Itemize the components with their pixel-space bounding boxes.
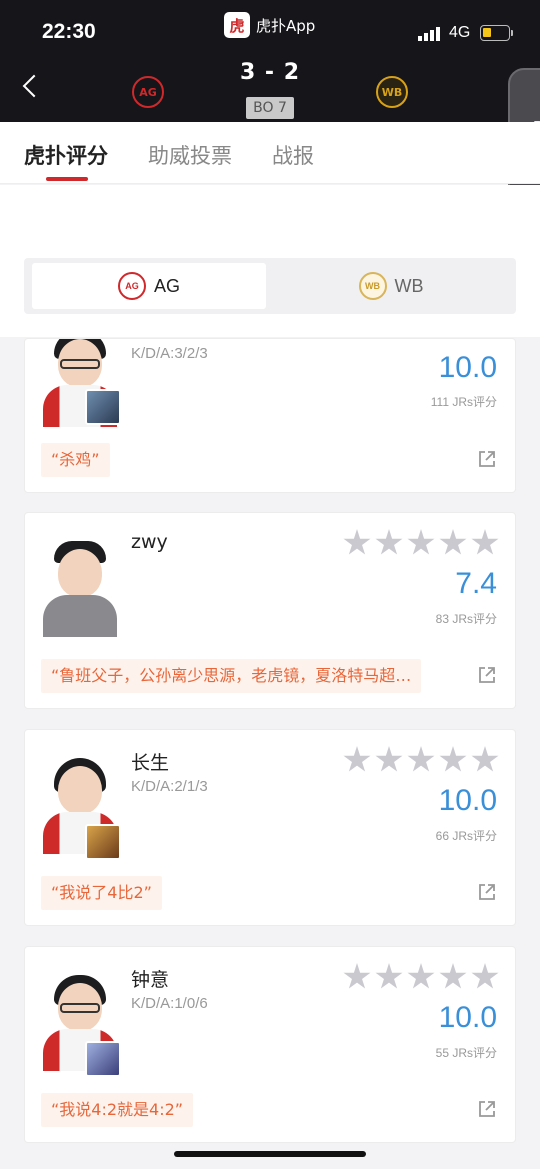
star-icon [375,963,403,989]
top-comment[interactable]: “鲁班父子，公孙离少思源，老虎镜，夏洛特马超… [41,659,422,693]
player-avatar [41,537,119,637]
player-card[interactable]: 钟意 K/D/A:1/0/6 10.0 55 JRs评分 “我说4:2就是4:2… [24,946,516,1143]
star-icon [407,746,435,772]
player-rating: 10.0 [438,1001,497,1034]
star-icon [439,963,467,989]
ag-logo-icon: AG [117,272,146,300]
star-icon [343,963,371,989]
rating-count: 55 JRs评分 [435,1046,497,1060]
star-icon [343,746,371,772]
status-time: 22:30 [42,20,96,43]
team-toggle-wb[interactable]: WB WB [274,263,508,309]
app-badge: 虎 虎扑App [224,12,315,38]
player-card[interactable]: zwy 7.4 83 JRs评分 “鲁班父子，公孙离少思源，老虎镜，夏洛特马超… [24,512,516,709]
match-header: 22:30 虎 虎扑App 4G AG 3 - 2 BO 7 WB [0,0,540,122]
player-kda: K/D/A:3/2/3 [131,345,208,362]
tab-indicator [46,177,88,181]
star-icon [439,529,467,555]
tab-hupu-rating[interactable]: 虎扑评分 [24,140,108,170]
star-icon [375,529,403,555]
rating-count: 83 JRs评分 [435,612,497,626]
top-comment[interactable]: “我说4:2就是4:2” [41,1093,194,1127]
star-icon [439,746,467,772]
battery-icon [480,25,510,41]
tab-match-report[interactable]: 战报 [272,140,314,170]
rating-stars[interactable] [343,746,499,774]
player-kda: K/D/A:2/1/3 [131,778,208,795]
player-kda: K/D/A:1/0/6 [131,995,208,1012]
team-toggle-label: AG [153,275,180,296]
player-name: zwy [131,531,168,553]
hupu-logo-icon: 虎 [224,12,250,38]
player-rating: 7.4 [455,567,497,600]
star-icon [407,529,435,555]
tab-bar: 虎扑评分 助威投票 战报 [0,122,540,184]
hero-icon [85,1041,121,1077]
rating-stars[interactable] [343,963,499,991]
share-icon[interactable] [477,449,497,469]
player-name: 长生 [131,752,170,774]
star-icon [471,963,499,989]
rating-stars[interactable] [343,529,499,557]
app-name: 虎扑App [256,16,316,35]
match-format-badge: BO 7 [246,97,294,119]
player-rating: 10.0 [438,351,497,384]
network-type: 4G [449,24,471,41]
player-rating: 10.0 [438,784,497,817]
star-icon [471,529,499,555]
tab-cheer-vote[interactable]: 助威投票 [148,140,232,170]
player-name: 钟意 [131,969,170,991]
match-score: 3 - 2 [239,60,301,85]
star-icon [375,746,403,772]
player-card[interactable]: K/D/A:3/2/3 10.0 111 JRs评分 “杀鸡” [24,338,516,493]
hero-icon [85,824,121,860]
home-indicator[interactable] [174,1151,366,1157]
hero-icon [85,389,121,425]
team-toggle-ag[interactable]: AG AG [32,263,266,309]
team-toggle-label: WB [394,275,424,296]
top-comment[interactable]: “我说了4比2” [41,876,162,910]
rating-count: 111 JRs评分 [430,395,497,409]
signal-icon [418,27,440,41]
star-icon [343,529,371,555]
share-icon[interactable] [477,1099,497,1119]
star-icon [407,963,435,989]
away-team-logo[interactable]: WB [376,76,408,108]
top-comment[interactable]: “杀鸡” [41,443,110,477]
battery-tip [511,30,513,36]
star-icon [471,746,499,772]
rating-count: 66 JRs评分 [435,829,497,843]
share-icon[interactable] [477,882,497,902]
share-icon[interactable] [477,665,497,685]
player-card[interactable]: 长生 K/D/A:2/1/3 10.0 66 JRs评分 “我说了4比2” [24,729,516,926]
team-toggle: AG AG WB WB [24,258,516,314]
wb-logo-icon: WB [358,272,387,300]
